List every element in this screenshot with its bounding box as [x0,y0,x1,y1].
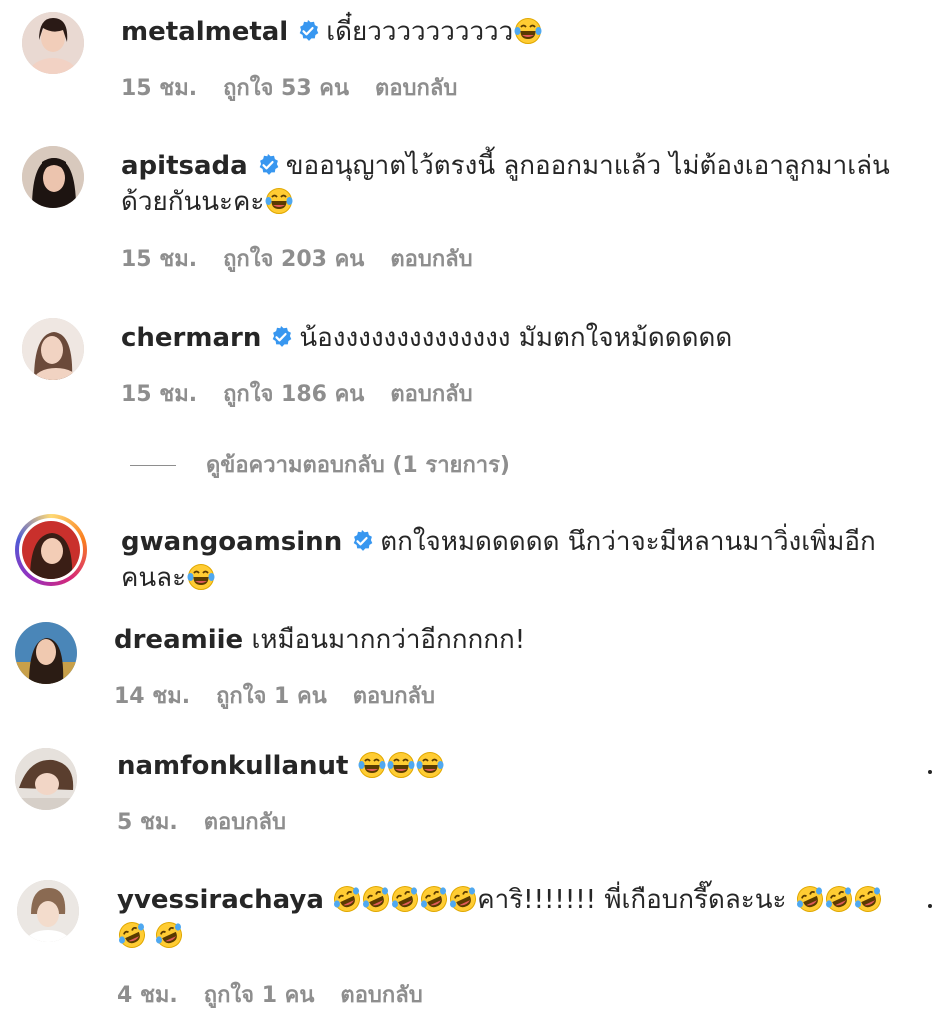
reply-button[interactable]: ตอบกลับ [204,810,286,835]
comment-username[interactable]: apitsada [121,151,248,181]
rofl-emoji-icon [333,885,361,913]
comment-likes[interactable]: ถูกใจ 203 คน [223,247,364,272]
comment-username[interactable]: namfonkullanut [117,751,348,781]
avatar[interactable] [15,748,77,810]
rofl-emoji-icon [796,885,824,913]
reply-button[interactable]: ตอบกลับ [390,247,472,272]
comment-likes[interactable]: ถูกใจ 53 คน [223,76,349,101]
rofl-emoji-icon [391,885,419,913]
comment-username[interactable]: yvessirachaya [117,885,324,915]
rofl-emoji-icon [118,921,146,949]
view-replies-button[interactable]: ดูข้อความตอบกลับ (1 รายการ) [130,447,510,482]
verified-icon [256,153,280,177]
avatar[interactable] [22,318,84,380]
avatar [22,521,80,579]
rofl-emoji-icon [449,885,477,913]
avatar[interactable] [22,12,84,74]
comment-likes[interactable]: ถูกใจ 186 คน [223,382,364,407]
comment-username[interactable]: metalmetal [121,17,288,47]
reply-button[interactable]: ตอบกลับ [340,983,422,1008]
comment-username[interactable]: chermarn [121,323,261,353]
laugh-tears-emoji-icon [514,17,542,45]
comment-likes[interactable]: ถูกใจ 1 คน [216,684,327,709]
reply-button[interactable]: ตอบกลับ [390,382,472,407]
avatar[interactable] [17,880,79,942]
comment-time: 15 ชม. [121,382,198,407]
laugh-tears-emoji-icon [265,187,293,215]
verified-icon [269,325,293,349]
comment-username[interactable]: gwangoamsinn [121,527,342,557]
avatar-story-ring[interactable] [15,514,87,586]
laugh-tears-emoji-icon [358,751,386,779]
replies-divider [130,465,176,466]
reply-button[interactable]: ตอบกลับ [375,76,457,101]
avatar[interactable] [22,146,84,208]
comment-text: เดี๋ยวววววววววว [326,17,514,47]
comment-time: 4 ชม. [117,983,178,1008]
reply-button[interactable]: ตอบกลับ [353,684,435,709]
verified-icon [296,19,320,43]
rofl-emoji-icon [854,885,882,913]
comment-time: 5 ชม. [117,810,178,835]
comment-text: น้องงงงงงงงงงงงงง มัมตกใจหม้ดดดดด [299,323,733,353]
rofl-emoji-icon [155,921,183,949]
laugh-tears-emoji-icon [416,751,444,779]
more-options-icon[interactable] [928,904,932,908]
comment-text: คาริ!!!!!!! พี่เกือบกรี๊ดละนะ [477,885,787,915]
laugh-tears-emoji-icon [187,563,215,591]
comment-time: 14 ชม. [114,684,191,709]
rofl-emoji-icon [362,885,390,913]
comment-likes[interactable]: ถูกใจ 1 คน [204,983,315,1008]
more-options-icon[interactable] [928,770,932,774]
comment-time: 15 ชม. [121,247,198,272]
laugh-tears-emoji-icon [387,751,415,779]
rofl-emoji-icon [420,885,448,913]
avatar[interactable] [15,622,77,684]
view-replies-label: ดูข้อความตอบกลับ (1 รายการ) [206,453,510,478]
comment-username[interactable]: dreamiie [114,625,243,655]
verified-icon [350,529,374,553]
rofl-emoji-icon [825,885,853,913]
comment-text: เหมือนมากกว่าอีกกกกก! [251,625,526,655]
comment-time: 15 ชม. [121,76,198,101]
